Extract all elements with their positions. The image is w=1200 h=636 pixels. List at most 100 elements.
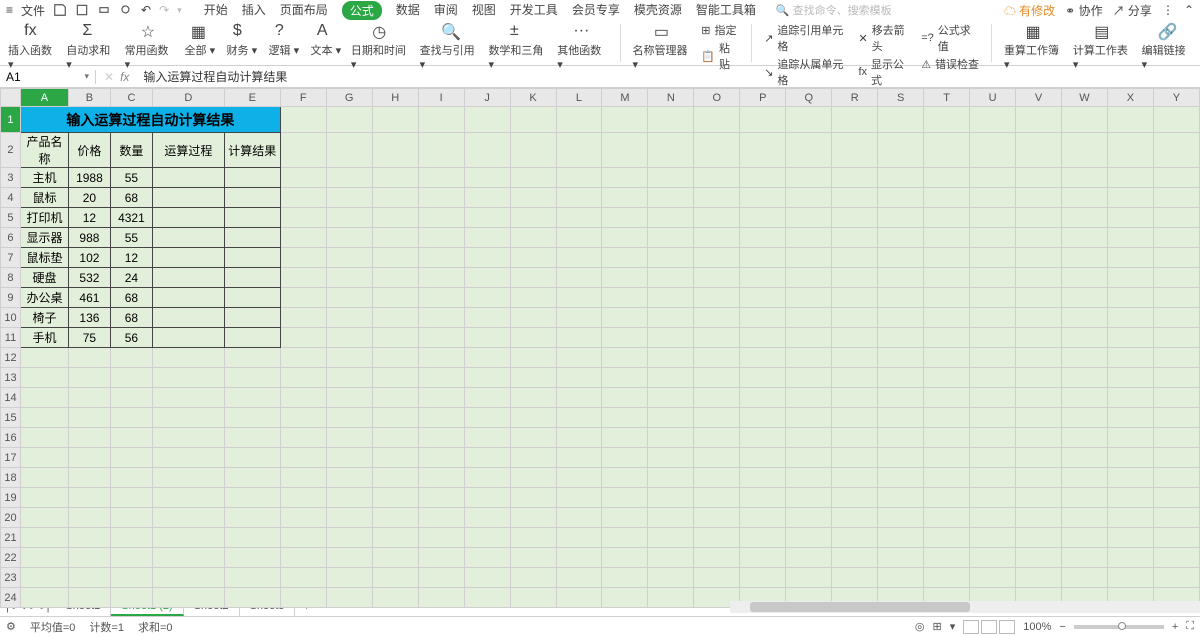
row-header-18[interactable]: 18	[1, 468, 21, 488]
cell[interactable]	[602, 528, 648, 548]
data-cell[interactable]	[224, 288, 280, 308]
cell[interactable]	[1016, 288, 1062, 308]
cell[interactable]	[280, 348, 326, 368]
cell[interactable]	[786, 448, 832, 468]
cell[interactable]	[878, 168, 924, 188]
cell[interactable]	[878, 268, 924, 288]
cell[interactable]	[924, 388, 970, 408]
data-cell[interactable]: 手机	[20, 328, 68, 348]
cell[interactable]	[694, 348, 740, 368]
cell[interactable]	[970, 388, 1016, 408]
cell[interactable]	[418, 168, 464, 188]
cell[interactable]	[648, 188, 694, 208]
cell[interactable]	[878, 428, 924, 448]
menu-审阅[interactable]: 审阅	[434, 1, 458, 20]
cell[interactable]	[878, 548, 924, 568]
cell[interactable]	[68, 488, 110, 508]
cell[interactable]	[418, 488, 464, 508]
cell[interactable]	[464, 288, 510, 308]
header-cell[interactable]: 数量	[110, 133, 152, 168]
cell[interactable]	[924, 188, 970, 208]
menu-视图[interactable]: 视图	[472, 1, 496, 20]
cell[interactable]	[648, 528, 694, 548]
cell[interactable]	[510, 508, 556, 528]
cell[interactable]	[372, 348, 418, 368]
col-header-F[interactable]: F	[280, 89, 326, 107]
data-cell[interactable]: 461	[68, 288, 110, 308]
data-cell[interactable]	[152, 168, 224, 188]
cell[interactable]	[832, 428, 878, 448]
cell[interactable]	[878, 228, 924, 248]
cell[interactable]	[648, 268, 694, 288]
cell[interactable]	[878, 248, 924, 268]
cell[interactable]	[648, 248, 694, 268]
cell[interactable]	[878, 188, 924, 208]
cell[interactable]	[280, 188, 326, 208]
col-header-O[interactable]: O	[694, 89, 740, 107]
cell[interactable]	[464, 408, 510, 428]
row-header-19[interactable]: 19	[1, 488, 21, 508]
cell[interactable]	[418, 528, 464, 548]
cell[interactable]	[602, 308, 648, 328]
cell[interactable]	[694, 468, 740, 488]
cell[interactable]	[372, 568, 418, 588]
cell[interactable]	[326, 448, 372, 468]
row-header-2[interactable]: 2	[1, 133, 21, 168]
cell[interactable]	[110, 348, 152, 368]
cell[interactable]	[224, 428, 280, 448]
cell[interactable]	[510, 133, 556, 168]
grid-icon[interactable]: ⊞	[933, 620, 942, 633]
cell[interactable]	[740, 388, 786, 408]
cell[interactable]	[464, 508, 510, 528]
cell[interactable]	[786, 408, 832, 428]
cell[interactable]	[832, 528, 878, 548]
cell[interactable]	[418, 308, 464, 328]
ribbon-其他函数[interactable]: ···其他函数 ▾	[557, 22, 607, 71]
cell[interactable]	[326, 588, 372, 608]
cell[interactable]	[510, 208, 556, 228]
ribbon-常用函数[interactable]: ☆常用函数 ▾	[125, 22, 175, 71]
cell[interactable]	[878, 348, 924, 368]
cell[interactable]	[924, 448, 970, 468]
cell[interactable]	[510, 328, 556, 348]
cell[interactable]	[326, 228, 372, 248]
cell[interactable]	[1016, 428, 1062, 448]
cell[interactable]	[832, 308, 878, 328]
cell[interactable]	[68, 508, 110, 528]
cell[interactable]	[510, 408, 556, 428]
cell[interactable]	[832, 468, 878, 488]
cell[interactable]	[786, 568, 832, 588]
cell[interactable]	[740, 133, 786, 168]
cell[interactable]	[832, 488, 878, 508]
row-header-20[interactable]: 20	[1, 508, 21, 528]
cell[interactable]	[694, 408, 740, 428]
cell[interactable]	[510, 428, 556, 448]
cell[interactable]	[326, 107, 372, 133]
cell[interactable]	[924, 168, 970, 188]
cell[interactable]	[740, 468, 786, 488]
cell[interactable]	[326, 308, 372, 328]
cell[interactable]	[1016, 568, 1062, 588]
cell[interactable]	[924, 208, 970, 228]
cell[interactable]	[786, 368, 832, 388]
cell[interactable]	[20, 488, 68, 508]
data-cell[interactable]: 55	[110, 228, 152, 248]
cell[interactable]	[832, 168, 878, 188]
print-icon[interactable]	[97, 3, 111, 17]
cell[interactable]	[556, 248, 602, 268]
col-header-D[interactable]: D	[152, 89, 224, 107]
cell[interactable]	[924, 488, 970, 508]
cell[interactable]	[464, 308, 510, 328]
cell[interactable]	[832, 288, 878, 308]
cell[interactable]	[970, 548, 1016, 568]
cell[interactable]	[418, 568, 464, 588]
cell[interactable]	[1061, 168, 1107, 188]
cell[interactable]	[556, 548, 602, 568]
data-cell[interactable]	[224, 188, 280, 208]
print-preview-icon[interactable]	[75, 3, 89, 17]
cell[interactable]	[878, 388, 924, 408]
cell[interactable]	[326, 268, 372, 288]
cell[interactable]	[1016, 308, 1062, 328]
cell[interactable]	[1061, 348, 1107, 368]
data-cell[interactable]	[152, 288, 224, 308]
